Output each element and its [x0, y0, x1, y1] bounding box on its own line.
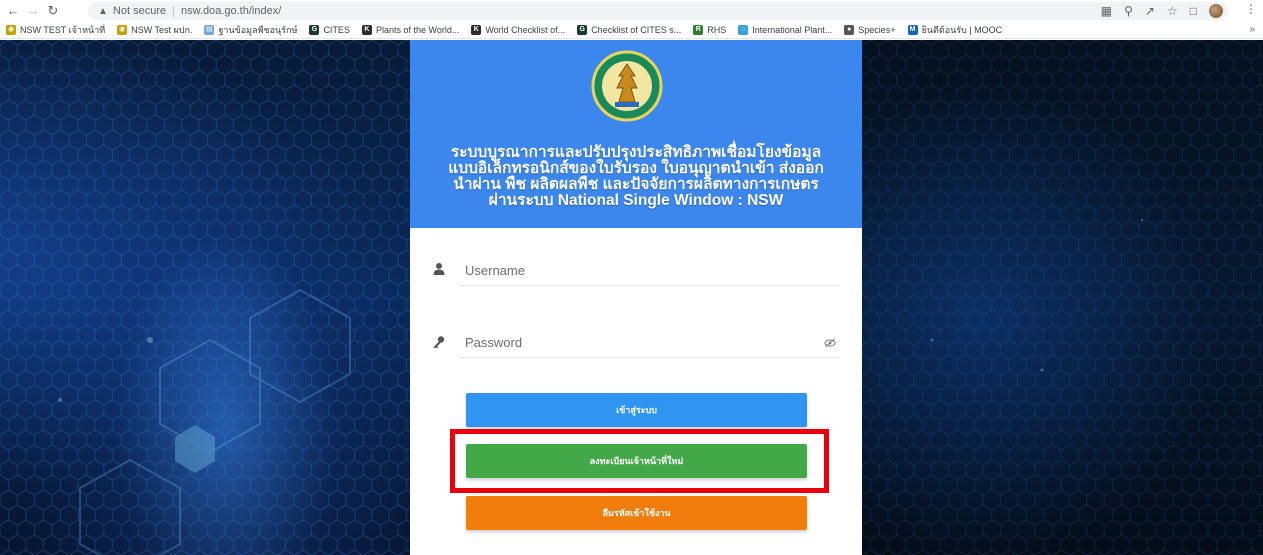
back-arrow-icon[interactable]: ← [3, 1, 23, 21]
bookmark-item[interactable]: G CITES [309, 24, 350, 35]
k-icon: K [361, 24, 372, 35]
password-field[interactable]: Password [460, 330, 840, 358]
bookmark-label: Species+ [858, 24, 896, 35]
system-title: ระบบบูรณาการและปรับปรุงประสิทธิภาพเชื่อม… [424, 145, 848, 209]
share-icon[interactable]: ↗ [1145, 4, 1155, 18]
bookmark-label: ฐานข้อมูลพืชอนุรักษ์ [218, 24, 298, 35]
bookmark-label: International Plant... [752, 24, 833, 35]
bookmarks-bar: ◉ NSW TEST เจ้าหน้าที่ ◉ NSW Test ผปก. ▤ ฐานข… [0, 21, 1263, 39]
login-header: ระบบบูรณาการและปรับปรุงประสิทธิภาพเชื่อม… [410, 40, 862, 228]
doa-seal-logo [591, 50, 663, 122]
login-button[interactable]: เข้าสู่ระบบ [466, 393, 807, 427]
bookmark-item[interactable]: K World Checklist of... [471, 24, 566, 35]
warning-triangle-icon: ▲ [98, 5, 108, 17]
bookmark-item[interactable]: R RHS [693, 24, 727, 35]
eye-slash-icon[interactable] [824, 338, 836, 348]
bookmark-label: ยินดีต้อนรับ | MOOC [921, 24, 1003, 35]
bookmark-item[interactable]: ● Species+ [844, 24, 896, 35]
globe-icon: ◉ [117, 24, 128, 35]
profile-avatar[interactable] [1209, 4, 1223, 18]
bookmark-item[interactable]: ◉ NSW Test ผปก. [117, 23, 192, 37]
reload-icon[interactable]: ↻ [43, 1, 63, 21]
bookmark-item[interactable]: M ยินดีต้อนรับ | MOOC [907, 23, 1003, 37]
bookmark-item[interactable]: ▤ ฐานข้อมูลพืชอนุรักษ์ [204, 23, 297, 37]
bookmark-label: RHS [707, 24, 727, 35]
side-panel-icon[interactable]: □ [1190, 4, 1197, 18]
mooc-icon: M [907, 24, 918, 35]
forward-arrow-icon[interactable]: → [23, 1, 43, 21]
address-bar[interactable]: ▲ Not secure | nsw.doa.go.th/index/ [88, 2, 1228, 20]
cites-icon: G [309, 24, 320, 35]
key-icon [433, 336, 445, 349]
bookmark-label: NSW Test ผปก. [131, 24, 193, 35]
omnibox-actions: ▦ ⚲ ↗ ☆ □ [1101, 2, 1223, 20]
doc-icon: ▤ [204, 24, 215, 35]
user-icon [433, 263, 445, 275]
menu-dots-icon[interactable]: ⋮ [1245, 2, 1257, 16]
bookmark-item[interactable]: G Checklist of CITES s... [577, 24, 682, 35]
forgot-password-button[interactable]: ลืมรหัสเข้าใช้งาน [466, 496, 807, 530]
bookmark-item[interactable]: K Plants of the World... [361, 24, 460, 35]
bookmark-item[interactable]: ◌ International Plant... [738, 24, 833, 35]
species-icon: ● [844, 24, 855, 35]
login-page: ระบบบูรณาการและปรับปรุงประสิทธิภาพเชื่อม… [0, 40, 1263, 555]
hex-pattern-right [862, 40, 1263, 555]
password-placeholder: Password [465, 335, 523, 350]
address-separator: | [172, 5, 175, 17]
ipni-icon: ◌ [738, 24, 749, 35]
red-highlight-box [450, 429, 829, 493]
username-placeholder: Username [465, 263, 525, 278]
cites-icon: G [577, 24, 588, 35]
rhs-icon: R [693, 24, 704, 35]
bookmark-label: Checklist of CITES s... [591, 24, 682, 35]
title-line: ผ่านระบบ National Single Window : NSW [488, 192, 784, 209]
hex-pattern-left [0, 40, 410, 555]
zoom-icon[interactable]: ⚲ [1124, 4, 1133, 18]
title-line: ระบบบูรณาการและปรับปรุงประสิทธิภาพเชื่อม… [450, 144, 822, 161]
bookmark-label: NSW TEST เจ้าหน้าที่ [20, 24, 106, 35]
title-line: นำผ่าน พืช ผลิตผลพืช และปัจจัยการผลิตทาง… [453, 176, 819, 193]
bookmark-star-icon[interactable]: ☆ [1167, 4, 1178, 18]
bookmark-label: Plants of the World... [375, 24, 460, 35]
username-field[interactable]: Username [460, 258, 840, 286]
not-secure-label: Not secure [112, 5, 167, 17]
bookmark-label: World Checklist of... [485, 24, 566, 35]
bookmark-item[interactable]: ◉ NSW TEST เจ้าหน้าที่ [6, 23, 105, 37]
bookmarks-overflow-icon[interactable]: » [1249, 24, 1255, 35]
globe-icon: ◉ [6, 24, 16, 35]
bookmark-label: CITES [323, 24, 350, 35]
k-icon: K [471, 24, 482, 35]
url-text: nsw.doa.go.th/index/ [180, 5, 282, 17]
browser-toolbar: ← → ↻ ▲ Not secure | nsw.doa.go.th/index… [0, 0, 1263, 21]
translate-icon[interactable]: ▦ [1101, 4, 1112, 18]
tech-background-right [862, 40, 1263, 555]
title-line: แบบอิเล็กทรอนิกส์ของใบรับรอง ใบอนุญาตนำเ… [448, 160, 824, 177]
tech-background-left [0, 40, 410, 555]
